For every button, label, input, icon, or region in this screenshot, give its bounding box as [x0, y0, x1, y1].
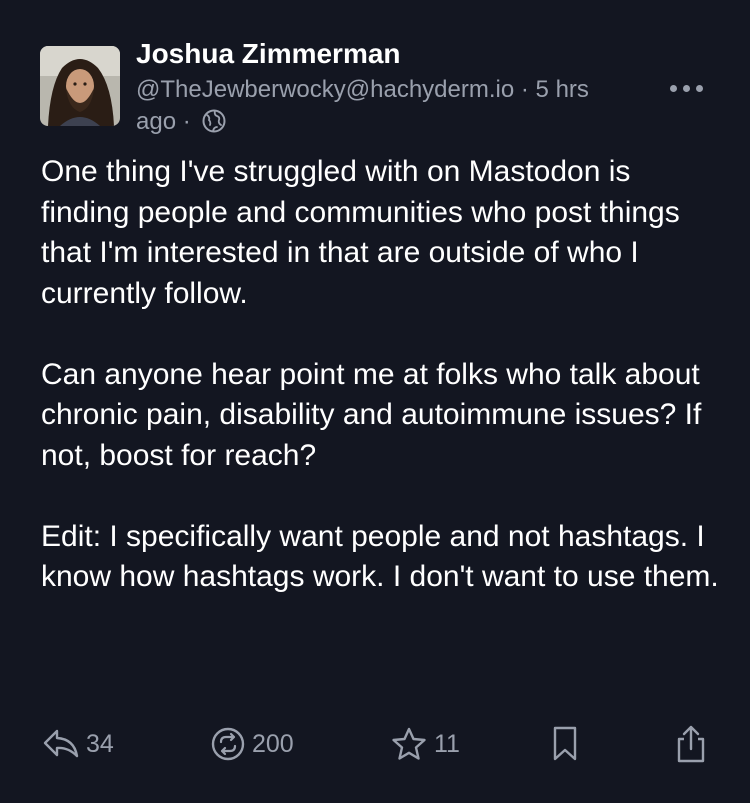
author-meta: @TheJewberwocky@hachyderm.io · 5 hrs ago…	[136, 74, 626, 143]
bookmark-icon	[553, 726, 577, 761]
boost-button[interactable]: 200	[210, 722, 294, 766]
author-handle[interactable]: @TheJewberwocky@hachyderm.io	[136, 76, 514, 103]
boost-icon	[211, 727, 245, 761]
post-content: One thing I've struggled with on Mastodo…	[41, 152, 721, 598]
favourite-count: 11	[434, 729, 460, 758]
share-icon	[677, 725, 705, 763]
star-icon	[392, 727, 426, 760]
post-paragraph: One thing I've struggled with on Mastodo…	[41, 155, 680, 310]
reply-button[interactable]: 34	[42, 722, 114, 766]
author-display-name[interactable]: Joshua Zimmerman	[136, 38, 401, 70]
avatar[interactable]	[40, 46, 120, 126]
avatar-image	[40, 46, 120, 126]
globe-icon	[201, 108, 227, 143]
post-paragraph: Can anyone hear point me at folks who ta…	[41, 357, 702, 472]
post-paragraph: Edit: I specifically want people and not…	[41, 519, 719, 594]
post: Joshua Zimmerman @TheJewberwocky@hachyde…	[0, 0, 750, 803]
meta-separator-2: ·	[182, 108, 191, 135]
more-icon-dot-1	[669, 84, 677, 92]
bookmark-button[interactable]	[550, 722, 580, 766]
reply-icon	[43, 729, 79, 758]
favourite-button[interactable]: 11	[390, 722, 460, 766]
share-button[interactable]	[674, 722, 708, 766]
more-icon-dot-3	[695, 84, 703, 92]
more-button[interactable]	[662, 74, 710, 102]
boost-count: 200	[252, 729, 294, 758]
meta-separator: ·	[520, 76, 529, 103]
action-bar: 34 200 11	[0, 722, 750, 766]
more-icon-dot-2	[682, 84, 690, 92]
reply-count: 34	[86, 729, 114, 758]
